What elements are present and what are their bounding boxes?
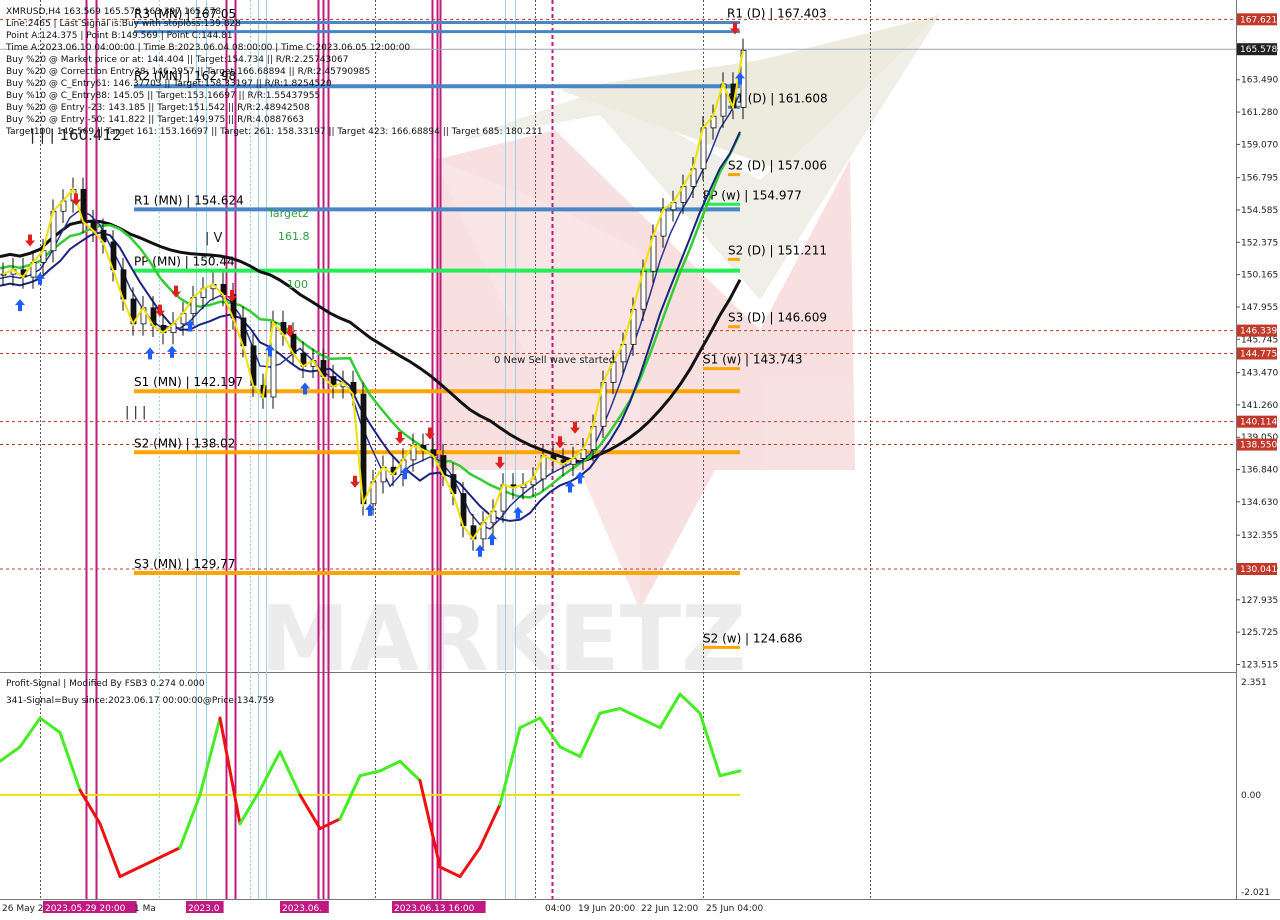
level-label-7: S2 (D) | 157.006 bbox=[728, 159, 827, 173]
time-axis: 26 May 2 2023.05.29 20:00 1 Ma 2023.0 2023.0… bbox=[2, 901, 763, 914]
info-line-3: Time A:2023.06.10 04:00:00 | Time B:2023… bbox=[5, 43, 410, 53]
target-161-label: 161.8 bbox=[278, 230, 310, 243]
chart-canvas: MARKETZ R1 (D) | 167.403 R1 (MN) | 154.62… bbox=[0, 0, 1280, 914]
oscillator-tick-label-0: 2.351 bbox=[1241, 678, 1267, 688]
price-badge-label-4: 140.114 bbox=[1240, 418, 1277, 428]
price-badge-label-2: 146.339 bbox=[1240, 327, 1277, 337]
oscillator-plot-area bbox=[0, 673, 1236, 899]
wave-iii-label: | | | bbox=[125, 405, 146, 420]
info-line-4: Buy %20 @ Market price or at: 144.404 ||… bbox=[6, 55, 348, 65]
time-label-5: 2023.06.13 16:00 bbox=[394, 904, 475, 914]
price-badge-label-3: 144.775 bbox=[1240, 349, 1277, 359]
level-label-0: R1 (D) | 167.403 bbox=[727, 7, 827, 21]
target2-label: Target2 bbox=[267, 207, 309, 220]
level-label-9: S2 (D) | 151.211 bbox=[728, 243, 827, 257]
price-tick-label-9: 145.745 bbox=[1241, 335, 1278, 345]
price-badge-label-1: 165.578 bbox=[1240, 45, 1277, 55]
time-label-3: 2023.0 bbox=[188, 904, 220, 914]
r2-mn-label: R2 (MN) | 162.98 bbox=[134, 69, 236, 83]
watermark-text: MARKETZ bbox=[260, 587, 746, 692]
price-tick-label-13: 136.840 bbox=[1241, 466, 1278, 476]
price-tick-label-1: 163.490 bbox=[1241, 76, 1278, 86]
oscillator-tick-label-2: -2.021 bbox=[1241, 888, 1270, 898]
time-label-2: 1 Ma bbox=[134, 904, 156, 914]
r3-mn-label: R3 (MN) | 167.05 bbox=[134, 7, 236, 21]
big-number-label: | | | 160.412 bbox=[30, 126, 122, 144]
price-badge-label-5: 138.550 bbox=[1240, 441, 1277, 451]
oscillator-subtitle: 341-Signal=Buy since:2023.06.17 00:00:00… bbox=[6, 696, 274, 706]
info-line-2: Point A:124.375 | Point B:149.569 | Poin… bbox=[6, 31, 233, 41]
time-label-4: 2023.06. bbox=[282, 904, 322, 914]
level-label-5: S3 (MN) | 129.77 bbox=[134, 557, 235, 571]
level-label-12: S2 (w) | 124.686 bbox=[703, 631, 803, 645]
price-tick-label-17: 127.935 bbox=[1241, 596, 1278, 606]
time-label-1: 2023.05.29 20:00 bbox=[45, 904, 126, 914]
level-label-11: S1 (w) | 143.743 bbox=[703, 353, 803, 367]
level-label-1: R1 (MN) | 154.624 bbox=[134, 193, 244, 207]
info-line-8: Buy %20 @ Entry -23: 143.185 || Target:1… bbox=[6, 103, 310, 113]
level-label-10: S3 (D) | 146.609 bbox=[728, 311, 827, 325]
price-tick-label-5: 154.585 bbox=[1241, 206, 1278, 216]
oscillator-tick-label-1: 0.00 bbox=[1241, 791, 1261, 801]
time-label-8: 22 Jun 12:00 bbox=[641, 904, 698, 914]
price-tick-label-15: 132.355 bbox=[1241, 531, 1278, 541]
price-tick-label-8: 147.955 bbox=[1241, 303, 1278, 313]
price-tick-label-14: 134.630 bbox=[1241, 498, 1278, 508]
price-badges: 167.621 165.578 146.339 144.775 140.114 138.5… bbox=[1237, 13, 1277, 576]
chart-window: MARKETZ R1 (D) | 167.403 R1 (MN) | 154.62… bbox=[0, 0, 1280, 920]
wave-iv-label: | V bbox=[205, 231, 223, 246]
price-badge-label-6: 130.041 bbox=[1240, 565, 1277, 575]
price-tick-label-7: 150.165 bbox=[1241, 271, 1278, 281]
time-label-9: 25 Jun 04:00 bbox=[706, 904, 763, 914]
price-tick-label-18: 125.725 bbox=[1241, 628, 1278, 638]
price-tick-label-2: 161.280 bbox=[1241, 108, 1278, 118]
time-label-7: 19 Jun 20:00 bbox=[578, 904, 635, 914]
price-tick-label-19: 123.515 bbox=[1241, 660, 1278, 670]
info-line-9: Buy %20 @ Entry -50: 141.822 || Target:1… bbox=[6, 115, 304, 125]
level-label-8: PP (w) | 154.977 bbox=[703, 188, 802, 202]
price-tick-label-10: 143.470 bbox=[1241, 369, 1278, 379]
price-tick-label-11: 141.260 bbox=[1241, 401, 1278, 411]
target-100-label: 100 bbox=[287, 278, 308, 291]
info-line-7: Buy %10 @ C_Entry88: 145.05 || Target:15… bbox=[6, 91, 320, 101]
price-tick-label-3: 159.070 bbox=[1241, 140, 1278, 150]
level-label-4: S2 (MN) | 138.02 bbox=[134, 436, 235, 450]
level-label-3: S1 (MN) | 142.197 bbox=[134, 375, 243, 389]
time-label-6: 04:00 bbox=[545, 904, 571, 914]
oscillator-name: Profit-Signal | Modified By FSB3 0.274 0… bbox=[6, 679, 205, 689]
price-badge-label-0: 167.621 bbox=[1240, 15, 1277, 25]
time-label-0: 26 May 2 bbox=[2, 904, 44, 914]
price-tick-label-6: 152.375 bbox=[1241, 238, 1278, 248]
new-sell-wave-label: 0 New Sell wave started bbox=[494, 355, 615, 366]
price-tick-label-4: 156.795 bbox=[1241, 174, 1278, 184]
